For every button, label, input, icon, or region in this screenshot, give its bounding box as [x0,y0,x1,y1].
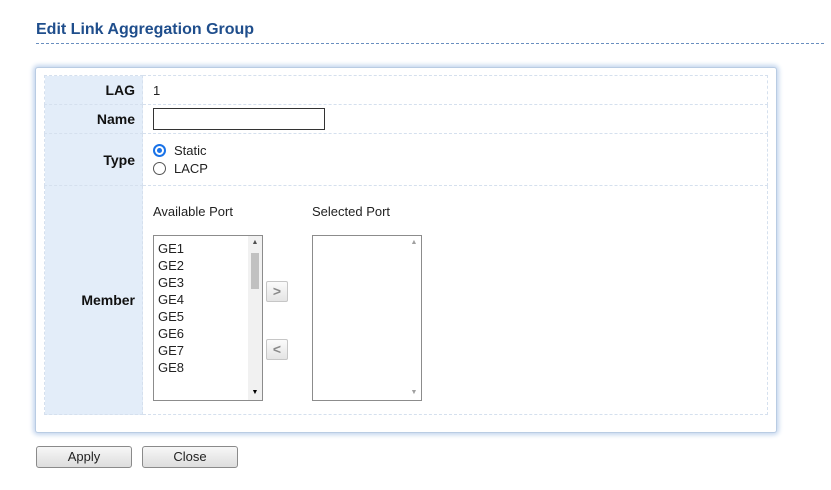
list-item[interactable]: GE5 [158,308,262,325]
selected-port-scrollbar[interactable]: ▲ ▼ [407,236,421,400]
type-option-static[interactable]: Static [153,142,767,160]
available-port-scrollbar[interactable]: ▲ ▼ [248,236,262,400]
form-panel: LAG 1 Name Type Static LACP Member Avail… [35,67,777,433]
list-item[interactable]: GE8 [158,359,262,376]
member-cell: Available Port Selected Port GE1 GE2 GE3… [142,185,768,415]
available-port-items: GE1 GE2 GE3 GE4 GE5 GE6 GE7 GE8 [154,236,262,376]
lacp-radio[interactable] [153,162,166,175]
available-port-list[interactable]: GE1 GE2 GE3 GE4 GE5 GE6 GE7 GE8 ▲ ▼ [153,235,263,401]
type-cell: Static LACP [142,133,768,186]
lag-label: LAG [44,75,143,105]
type-option-lacp[interactable]: LACP [153,160,767,178]
selected-port-heading: Selected Port [312,204,391,219]
name-cell [142,104,768,134]
apply-button[interactable]: Apply [36,446,132,468]
list-item[interactable]: GE2 [158,257,262,274]
list-item[interactable]: GE7 [158,342,262,359]
remove-port-button[interactable]: < [266,339,288,360]
lacp-radio-label: LACP [174,161,208,176]
name-row: Name [44,104,768,134]
list-item[interactable]: GE3 [158,274,262,291]
available-port-heading: Available Port [153,204,233,219]
type-label: Type [44,133,143,186]
scroll-thumb[interactable] [251,253,259,289]
scroll-down-arrow-icon[interactable]: ▼ [248,386,262,400]
close-button[interactable]: Close [142,446,238,468]
chevron-right-icon: > [272,283,282,299]
list-item[interactable]: GE1 [158,240,262,257]
add-port-button[interactable]: > [266,281,288,302]
lag-form-table: LAG 1 Name Type Static LACP Member Avail… [44,75,768,415]
name-input[interactable] [153,108,325,130]
edit-lag-page: Edit Link Aggregation Group LAG 1 Name T… [0,0,831,490]
type-row: Type Static LACP [44,133,768,186]
scroll-down-arrow-icon[interactable]: ▼ [407,386,421,400]
lag-value: 1 [142,75,768,105]
selected-port-list[interactable]: ▲ ▼ [312,235,422,401]
member-label: Member [44,185,143,415]
list-item[interactable]: GE6 [158,325,262,342]
chevron-left-icon: < [272,341,282,357]
static-radio[interactable] [153,144,166,157]
static-radio-label: Static [174,143,207,158]
page-title: Edit Link Aggregation Group [36,20,824,44]
list-item[interactable]: GE4 [158,291,262,308]
scroll-up-arrow-icon[interactable]: ▲ [248,236,262,250]
member-row: Member Available Port Selected Port GE1 … [44,185,768,415]
scroll-up-arrow-icon[interactable]: ▲ [407,236,421,250]
member-selector: Available Port Selected Port GE1 GE2 GE3… [143,186,767,414]
lag-row: LAG 1 [44,75,768,105]
name-label: Name [44,104,143,134]
